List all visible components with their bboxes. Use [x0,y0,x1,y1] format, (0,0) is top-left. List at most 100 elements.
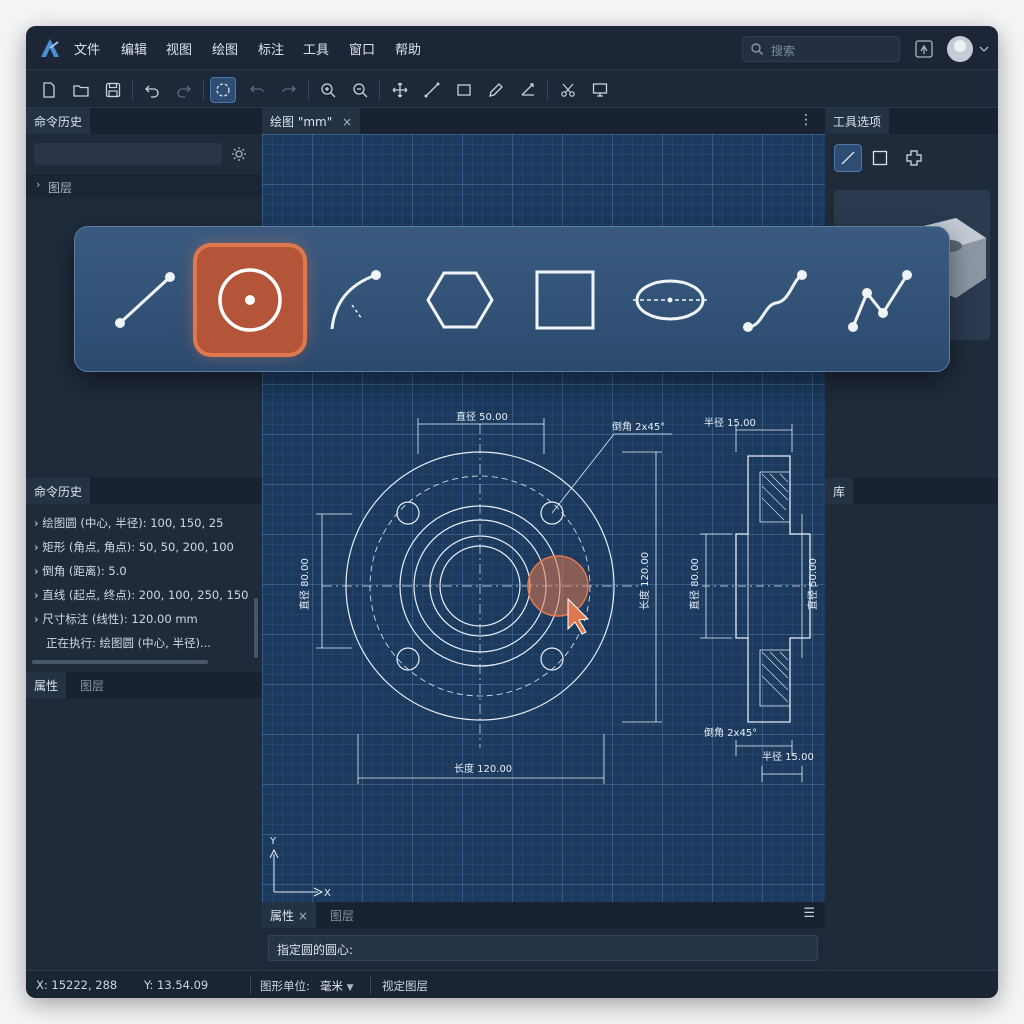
zoom-in-icon [321,83,336,98]
command-line-input[interactable]: 指定圆的圆心: [268,935,818,961]
menu-window[interactable]: 窗口 [349,39,375,58]
status-x-coord: X: 15222, 288 [36,978,118,992]
chevron-down-icon[interactable] [979,45,989,53]
menu-view[interactable]: 视图 [166,39,192,58]
trim-button[interactable] [555,77,581,103]
circle-tool-icon [218,268,282,332]
user-avatar[interactable] [947,36,973,62]
bolt-hole [540,647,564,671]
circle-tool-icon [216,83,230,97]
redo-button[interactable] [171,77,197,103]
tab-layers[interactable]: 图层 [72,672,112,698]
save-button[interactable] [100,77,126,103]
status-unit-select[interactable]: 毫米 ▼ [320,978,354,994]
tab-tool-options[interactable]: 工具选项 [825,108,890,134]
chevron-down-icon: ▼ [346,983,354,993]
shape-palette [74,226,950,372]
dimension-button[interactable] [515,77,541,103]
tab-command-history[interactable]: 命令历史 [26,478,91,504]
menu-help[interactable]: 帮助 [395,39,421,58]
more-vertical-icon[interactable]: ⋮ [799,112,813,128]
screen-button[interactable] [587,77,613,103]
zoom-out-icon [353,83,368,98]
spline-tool-icon [743,270,807,332]
status-y-coord: Y: 13.54.09 [144,978,209,992]
undo-button[interactable] [139,77,165,103]
bolt-hole [396,647,420,671]
menu-edit[interactable]: 编辑 [121,39,147,58]
circle-tool-button[interactable] [210,77,236,103]
history-item[interactable]: › 尺寸标注 (线性): 120.00 mm [34,611,198,627]
menu-tools[interactable]: 工具 [303,39,329,58]
command-prompt: 指定圆的圆心: [277,943,354,957]
tab-library[interactable]: 库 [825,478,854,504]
layers-row[interactable]: › 图层 [26,174,262,198]
option-snap-button[interactable] [900,144,928,172]
settings-gear-icon[interactable] [231,146,247,162]
dim-side-right-vertical: 直径 50.00 [806,558,819,610]
snap-highlight [527,555,589,617]
undo-icon [145,85,159,98]
line-button[interactable] [419,77,445,103]
history-item[interactable]: › 倒角 (距离): 5.0 [34,563,127,579]
tab-properties[interactable]: 属性 [26,672,67,698]
tab-layers-bottom[interactable]: 图层 [322,902,362,928]
dim-chamfer-bottom: 倒角 2x45° [704,727,757,739]
tab-drawing[interactable]: 绘图 "mm" × [262,108,361,134]
history-current: 正在执行: 绘图圆 (中心, 半径)... [46,636,211,650]
arc-tool-icon [330,270,381,330]
palette-polyline-tool[interactable] [827,247,933,353]
screen-icon [592,83,608,97]
close-icon[interactable]: × [342,115,352,129]
history-item[interactable]: › 直线 (起点, 终点): 200, 100, 250, 150 [34,587,248,603]
share-icon[interactable] [913,38,935,60]
pencil-button[interactable] [483,77,509,103]
list-icon[interactable]: ☰ [803,906,815,921]
app-logo-icon [41,39,59,57]
menu-annotate[interactable]: 标注 [258,39,284,58]
history-scrollbar[interactable] [254,598,258,658]
history-hscrollbar[interactable] [32,660,208,664]
line-icon [424,82,440,98]
rectangle-icon [872,150,888,166]
ellipse-tool-icon [633,279,707,321]
redo-arc-button[interactable] [276,77,302,103]
right-tab-header: 工具选项 [825,108,998,134]
option-line-button[interactable] [834,144,862,172]
redo-arc-icon [282,85,296,93]
new-file-button[interactable] [36,77,62,103]
move-button[interactable] [387,77,413,103]
filter-input[interactable] [34,143,222,165]
line-tool-icon [115,272,175,328]
axis-x-label: X [324,888,331,899]
palette-ellipse-tool[interactable] [617,247,723,353]
palette-circle-tool[interactable] [197,247,303,353]
dim-half-top: 半径 15.00 [704,416,756,429]
left-top-tab-header: 命令历史 [26,108,262,134]
history-item[interactable]: › 绘图圆 (中心, 半径): 100, 150, 25 [34,515,223,531]
bottom-tab-header: 属性 × 图层 ☰ [262,902,825,928]
undo-arc-button[interactable] [244,77,270,103]
tab-properties-bottom[interactable]: 属性 × [262,902,316,928]
search-box[interactable]: 搜索 [742,36,900,62]
palette-arc-tool[interactable] [302,247,408,353]
menu-file[interactable]: 文件 [74,39,100,58]
search-placeholder: 搜索 [771,44,796,58]
option-rect-button[interactable] [866,144,894,172]
palette-polygon-tool[interactable] [407,247,513,353]
open-folder-button[interactable] [68,77,94,103]
palette-spline-tool[interactable] [722,247,828,353]
zoom-in-button[interactable] [315,77,341,103]
bolt-hole [396,501,420,525]
menu-draw[interactable]: 绘图 [212,39,239,72]
rectangle-button[interactable] [451,77,477,103]
open-folder-icon [73,85,89,97]
history-item[interactable]: › 矩形 (角点, 角点): 50, 50, 200, 100 [34,539,234,555]
new-file-icon [43,82,55,98]
zoom-out-button[interactable] [347,77,373,103]
snap-icon [906,150,922,166]
tab-command-history-top[interactable]: 命令历史 [26,108,91,134]
status-snap[interactable]: 视定图层 [382,978,428,994]
palette-line-tool[interactable] [92,247,198,353]
palette-rectangle-tool[interactable] [512,247,618,353]
